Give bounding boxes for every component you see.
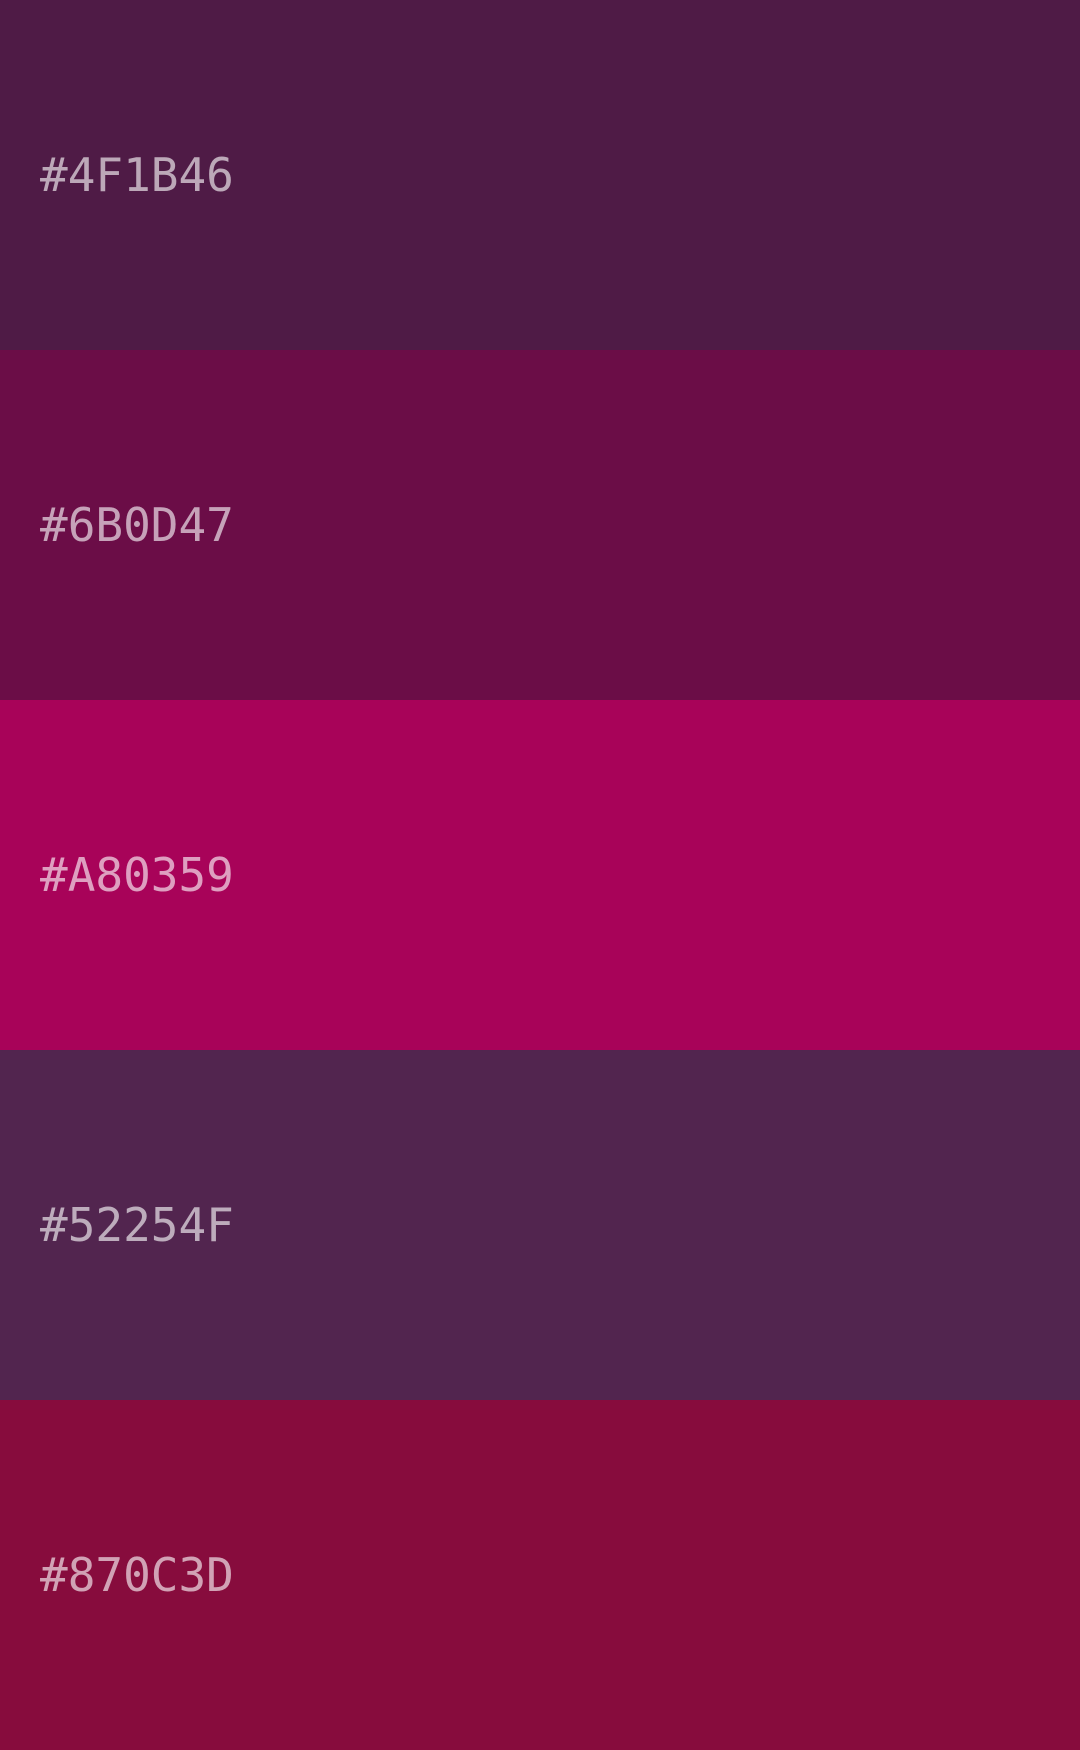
color-swatch-2[interactable]: #6B0D47 (0, 350, 1080, 700)
hex-code-label: #6B0D47 (40, 498, 234, 552)
color-swatch-4[interactable]: #52254F (0, 1050, 1080, 1400)
color-swatch-3[interactable]: #A80359 (0, 700, 1080, 1050)
hex-code-label: #870C3D (40, 1548, 234, 1602)
hex-code-label: #A80359 (40, 848, 234, 902)
color-palette: #4F1B46 #6B0D47 #A80359 #52254F #870C3D (0, 0, 1080, 1750)
hex-code-label: #52254F (40, 1198, 234, 1252)
color-swatch-1[interactable]: #4F1B46 (0, 0, 1080, 350)
color-swatch-5[interactable]: #870C3D (0, 1400, 1080, 1750)
hex-code-label: #4F1B46 (40, 148, 234, 202)
